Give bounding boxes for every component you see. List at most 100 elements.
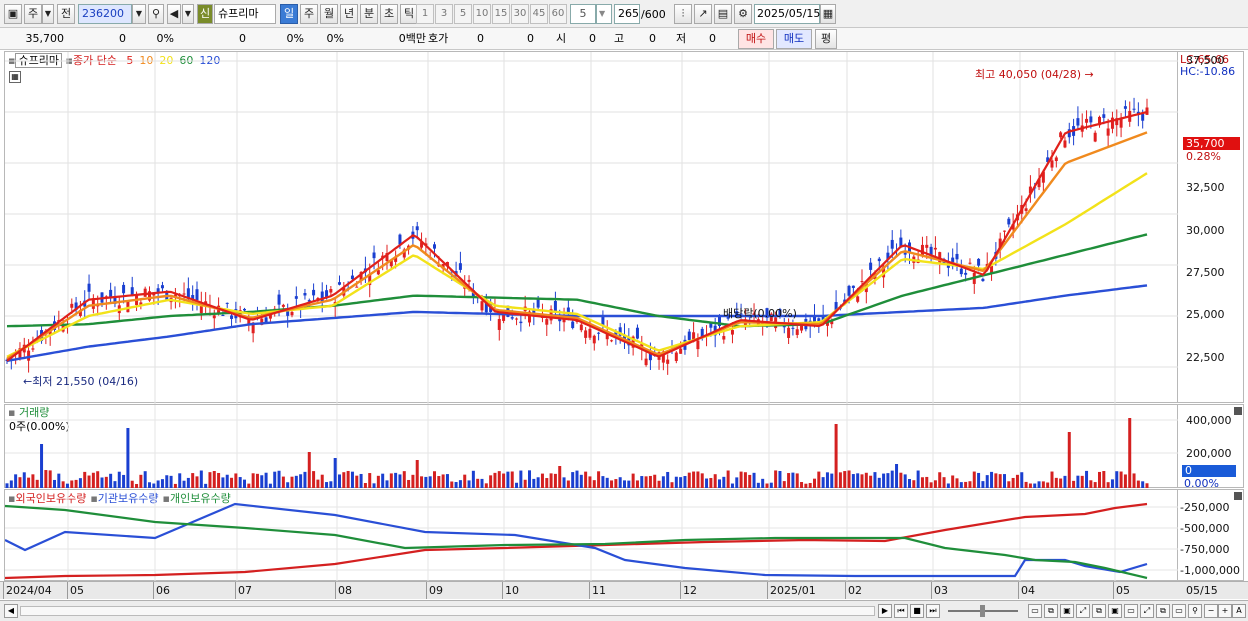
candle-body <box>1050 160 1054 168</box>
period-button-3[interactable]: 년 <box>340 4 358 24</box>
zoom-out-icon[interactable]: − <box>1204 604 1218 618</box>
period-button-1[interactable]: 주 <box>300 4 318 24</box>
expand-icon[interactable]: ⤢ <box>1076 604 1090 618</box>
volume-bar <box>838 472 842 488</box>
font-size-icon[interactable]: A <box>1232 604 1246 618</box>
volume-bar <box>696 471 700 488</box>
count-input[interactable]: 265 <box>614 4 640 24</box>
tool-i-icon[interactable]: ▭ <box>1172 604 1186 618</box>
buy-button[interactable]: 매수 <box>738 29 774 49</box>
volume-bar <box>221 477 225 488</box>
volume-bar <box>117 471 121 488</box>
search-icon[interactable]: ⚲ <box>148 4 164 24</box>
interval-button-5[interactable]: 30 <box>511 4 529 24</box>
period-button-5[interactable]: 초 <box>380 4 398 24</box>
save-icon[interactable]: ▤ <box>714 4 732 24</box>
candle-body <box>903 252 907 255</box>
gear-icon[interactable]: ⚙ <box>734 4 752 24</box>
interval-dropdown-icon[interactable]: ▼ <box>596 4 612 24</box>
volume-bar <box>273 471 277 488</box>
x-label-9: 2025/01 <box>770 584 816 597</box>
code-dropdown-icon[interactable]: ▼ <box>132 4 146 24</box>
tool-e-icon[interactable]: ▣ <box>1108 604 1122 618</box>
volume-bar <box>787 473 791 488</box>
period-button-4[interactable]: 분 <box>360 4 378 24</box>
volume-bar <box>1123 474 1127 488</box>
period-button-2[interactable]: 월 <box>320 4 338 24</box>
tool-d-icon[interactable]: ⧉ <box>1092 604 1106 618</box>
volume-panel[interactable]: ▪ 거래량 0주(0.00%) <box>4 404 1179 489</box>
volume-bar <box>955 478 959 488</box>
volume-bar <box>1141 481 1145 488</box>
x-tick-mark <box>589 582 590 599</box>
volume-bar <box>843 471 847 488</box>
calendar-icon[interactable]: ▦ <box>820 4 836 24</box>
scroll-forward-icon[interactable]: ⏭ <box>926 604 940 618</box>
tool-g-icon[interactable]: ⤢ <box>1140 604 1154 618</box>
scroll-back-icon[interactable]: ⏮ <box>894 604 908 618</box>
interval-input[interactable]: 5 <box>570 4 596 24</box>
volume-bar <box>104 476 108 488</box>
scroll-track[interactable] <box>20 606 875 616</box>
speaker-dropdown-icon[interactable]: ▼ <box>182 4 194 24</box>
holder-line-1 <box>5 502 1148 578</box>
interval-button-6[interactable]: 45 <box>530 4 548 24</box>
stock-name-field[interactable]: 슈프리마 <box>214 4 276 24</box>
tool-c-icon[interactable]: ▣ <box>1060 604 1074 618</box>
scroll-left-icon[interactable]: ◀ <box>4 604 18 618</box>
volume-bar <box>402 471 406 488</box>
volume-close-icon[interactable] <box>1234 407 1242 415</box>
tool-h-icon[interactable]: ⧉ <box>1156 604 1170 618</box>
interval-button-1[interactable]: 3 <box>435 4 453 24</box>
scroll-right-icon[interactable]: ▶ <box>878 604 892 618</box>
volume-bar <box>217 472 221 488</box>
tool-f-icon[interactable]: ▭ <box>1124 604 1138 618</box>
candle-body <box>597 332 601 334</box>
stop-icon[interactable]: ■ <box>910 604 924 618</box>
search-chart-icon[interactable]: ⚲ <box>1188 604 1202 618</box>
volume-bar <box>5 483 9 488</box>
interval-button-3[interactable]: 10 <box>473 4 491 24</box>
volume-bar <box>1102 471 1106 488</box>
avg-button[interactable]: 평 <box>815 29 837 49</box>
price-panel[interactable]: ▪슈프리마 ▪종가 단순 5102060120 ▦ 최고 40,050 (04/… <box>4 51 1179 404</box>
holder-close-icon[interactable] <box>1234 492 1242 500</box>
candle-body <box>955 253 959 260</box>
price-tick-0: 37,500 <box>1186 54 1225 67</box>
interval-button-4[interactable]: 15 <box>492 4 510 24</box>
code-input[interactable]: 236200 <box>78 4 132 24</box>
speaker-icon[interactable]: ◀ <box>167 4 181 24</box>
candle-icon[interactable]: ⫶ <box>674 4 692 24</box>
volume-bar <box>22 472 26 488</box>
interval-button-0[interactable]: 1 <box>416 4 434 24</box>
date-input[interactable]: 2025/05/15 <box>754 4 820 24</box>
volume-bar <box>286 482 290 488</box>
sell-button[interactable]: 매도 <box>776 29 812 49</box>
volume-bar <box>376 475 380 488</box>
interval-button-2[interactable]: 5 <box>454 4 472 24</box>
volume-bar <box>31 474 35 488</box>
line-tool-icon[interactable]: ↗ <box>694 4 712 24</box>
candle-body <box>212 315 216 319</box>
holder-panel[interactable]: ▪외국인보유수량 ▪기관보유수량 ▪개인보유수량 <box>4 489 1179 582</box>
volume-bar <box>480 478 484 488</box>
volume-bar <box>264 472 268 488</box>
period-button-0[interactable]: 일 <box>280 4 298 24</box>
zoom-thumb[interactable] <box>980 605 985 617</box>
zoom-in-icon[interactable]: + <box>1218 604 1232 618</box>
type-select[interactable]: 주 <box>24 4 42 24</box>
chart-scrollbar[interactable]: ◀ ▶ ⏮ ■ ⏭ ▭ ⧉ ▣ ⤢ ⧉ ▣ ▭ ⤢ ⧉ ▭ ⚲ − + A <box>0 600 1248 621</box>
type-dropdown-icon[interactable]: ▼ <box>42 4 54 24</box>
tool-a-icon[interactable]: ▭ <box>1028 604 1042 618</box>
volume-bar <box>920 477 924 488</box>
volume-bar <box>877 477 881 488</box>
volume-bar <box>748 474 752 488</box>
interval-button-7[interactable]: 60 <box>549 4 567 24</box>
x-label-12: 04 <box>1021 584 1035 597</box>
window-icon[interactable]: ▣ <box>4 4 22 24</box>
prev-button[interactable]: 전 <box>57 4 75 24</box>
candle-body <box>635 327 639 339</box>
info-price: 35,700 <box>25 32 65 45</box>
volume-bar <box>1059 478 1063 488</box>
tool-b-icon[interactable]: ⧉ <box>1044 604 1058 618</box>
